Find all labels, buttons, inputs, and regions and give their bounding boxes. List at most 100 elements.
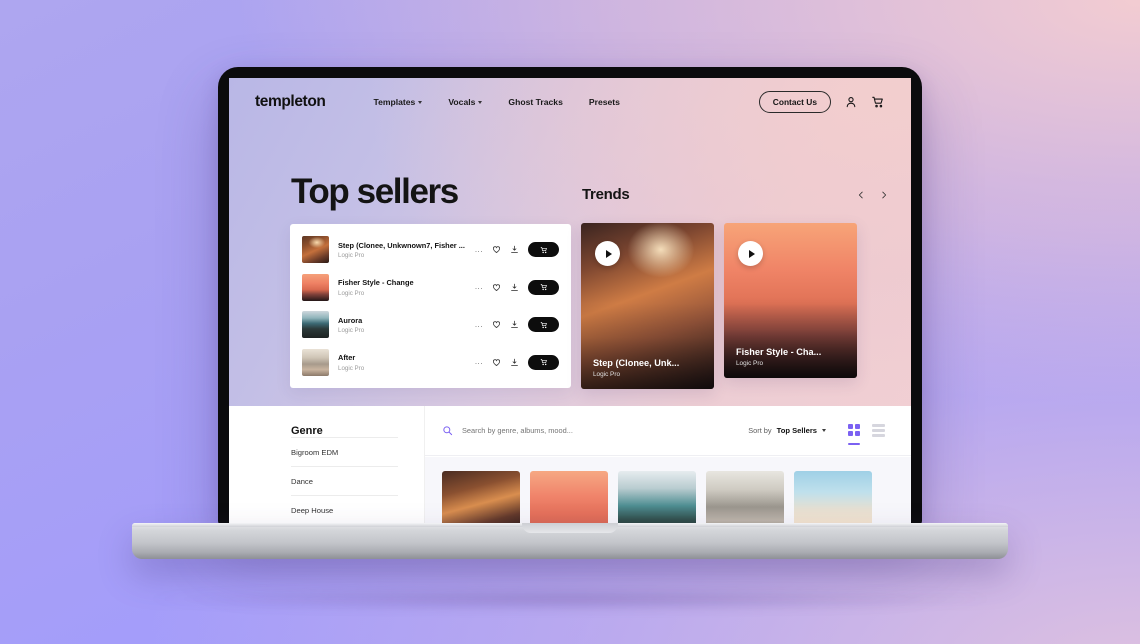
track-thumbnail	[302, 273, 329, 301]
track-row[interactable]: Fisher Style - Change Logic Pro ...	[302, 271, 559, 304]
download-icon[interactable]	[510, 320, 519, 329]
chevron-down-icon	[418, 100, 423, 104]
laptop-mockup: templeton Templates Vocals Ghost Tracks …	[132, 67, 1008, 559]
user-icon[interactable]	[844, 95, 858, 109]
track-row[interactable]: Aurora Logic Pro ...	[302, 308, 559, 341]
track-meta: Fisher Style - Change Logic Pro	[338, 278, 475, 297]
genre-heading: Genre	[291, 425, 323, 437]
track-meta: After Logic Pro	[338, 353, 475, 372]
trend-subtitle: Logic Pro	[736, 360, 763, 367]
add-to-cart-button[interactable]	[528, 317, 559, 333]
trends-heading: Trends	[582, 186, 630, 203]
results-grid	[425, 457, 911, 525]
track-actions: ...	[475, 354, 559, 370]
trend-card[interactable]: Fisher Style - Cha... Logic Pro	[724, 223, 857, 378]
nav-item-label: Presets	[588, 97, 620, 107]
track-actions: ...	[475, 279, 559, 295]
download-icon[interactable]	[510, 283, 519, 292]
list-view-icon[interactable]	[872, 424, 885, 437]
genre-item-bigroom-edm[interactable]: Bigroom EDM	[291, 437, 398, 466]
nav-item-label: Vocals	[448, 97, 476, 107]
laptop-notch	[522, 523, 618, 533]
track-subtitle: Logic Pro	[338, 252, 365, 259]
track-thumbnail	[302, 311, 329, 339]
results-area	[425, 457, 911, 525]
genre-item-dance[interactable]: Dance	[291, 466, 398, 495]
track-actions: ...	[475, 242, 559, 258]
genre-item-deep-house[interactable]: Deep House	[291, 495, 398, 524]
nav-item-label: Templates	[373, 97, 416, 107]
track-meta: Step (Clonee, Unkwnown7, Fisher ... Logi…	[338, 241, 475, 260]
play-icon[interactable]	[595, 241, 620, 266]
cart-icon[interactable]	[871, 95, 885, 109]
heart-icon[interactable]	[492, 320, 501, 329]
track-title: After	[338, 353, 356, 362]
genre-sidebar: Genre Bigroom EDM Dance Deep House	[229, 406, 424, 525]
track-row[interactable]: Step (Clonee, Unkwnown7, Fisher ... Logi…	[302, 233, 559, 266]
website-page: templeton Templates Vocals Ghost Tracks …	[229, 78, 911, 525]
navbar-actions: Contact Us	[758, 91, 885, 113]
sort-label: Sort by	[748, 426, 772, 435]
play-icon[interactable]	[738, 241, 763, 266]
result-card[interactable]	[442, 471, 520, 525]
trend-text: Fisher Style - Cha... Logic Pro	[736, 347, 847, 367]
track-subtitle: Logic Pro	[338, 327, 365, 334]
nav-item-vocals[interactable]: Vocals	[448, 97, 483, 107]
trend-title: Fisher Style - Cha...	[736, 347, 822, 357]
track-title: Fisher Style - Change	[338, 278, 414, 287]
sort-value: Top Sellers	[776, 426, 817, 435]
site-logo[interactable]: templeton	[255, 93, 326, 111]
add-to-cart-button[interactable]	[528, 242, 559, 258]
search-input[interactable]	[462, 426, 642, 435]
sort-control[interactable]: Sort by Top Sellers	[748, 426, 826, 435]
grid-view-icon[interactable]	[848, 424, 860, 446]
trend-text: Step (Clonee, Unk... Logic Pro	[593, 358, 704, 378]
nav-item-presets[interactable]: Presets	[589, 97, 620, 107]
more-icon[interactable]: ...	[475, 358, 483, 366]
chevron-left-icon[interactable]	[856, 190, 866, 200]
site-navbar: templeton Templates Vocals Ghost Tracks …	[229, 78, 911, 126]
view-toggles	[848, 424, 885, 446]
trend-card[interactable]: Step (Clonee, Unk... Logic Pro	[581, 223, 714, 389]
top-sellers-list: Step (Clonee, Unkwnown7, Fisher ... Logi…	[290, 224, 571, 388]
download-icon[interactable]	[510, 358, 519, 367]
track-thumbnail	[302, 348, 329, 376]
heart-icon[interactable]	[492, 245, 501, 254]
track-title: Aurora	[338, 315, 363, 325]
track-meta: Aurora Logic Pro	[338, 316, 475, 335]
nav-links: Templates Vocals Ghost Tracks Presets	[373, 97, 619, 107]
result-card[interactable]	[530, 471, 608, 525]
catalog-toolbar: Sort by Top Sellers	[425, 406, 911, 456]
result-card[interactable]	[618, 471, 696, 525]
contact-us-button[interactable]: Contact Us	[758, 91, 831, 113]
laptop-screen: templeton Templates Vocals Ghost Tracks …	[229, 78, 911, 525]
result-card[interactable]	[706, 471, 784, 525]
trend-title: Step (Clonee, Unk...	[593, 358, 680, 368]
page-title: Top sellers	[291, 172, 459, 211]
chevron-right-icon[interactable]	[879, 190, 889, 200]
scene: templeton Templates Vocals Ghost Tracks …	[0, 0, 1140, 644]
chevron-down-icon	[478, 100, 483, 104]
track-title: Step (Clonee, Unkwnown7, Fisher ...	[338, 240, 465, 250]
track-subtitle: Logic Pro	[338, 289, 365, 297]
result-card[interactable]	[794, 471, 872, 525]
add-to-cart-button[interactable]	[528, 354, 559, 370]
heart-icon[interactable]	[492, 283, 501, 292]
chevron-down-icon	[822, 429, 826, 432]
more-icon[interactable]: ...	[475, 245, 483, 254]
add-to-cart-button[interactable]	[528, 279, 559, 295]
laptop-base	[132, 523, 1008, 559]
track-row[interactable]: After Logic Pro ...	[302, 346, 559, 379]
more-icon[interactable]: ...	[475, 283, 483, 291]
hero-section: templeton Templates Vocals Ghost Tracks …	[229, 78, 911, 406]
nav-item-templates[interactable]: Templates	[373, 97, 423, 107]
heart-icon[interactable]	[492, 358, 501, 367]
active-view-indicator	[848, 443, 860, 446]
search-icon	[442, 425, 453, 436]
trends-carousel-nav	[856, 190, 889, 200]
more-icon[interactable]: ...	[475, 320, 483, 329]
nav-item-ghost-tracks[interactable]: Ghost Tracks	[508, 97, 562, 107]
track-thumbnail	[302, 236, 329, 264]
download-icon[interactable]	[510, 245, 519, 254]
nav-item-label: Ghost Tracks	[508, 97, 563, 107]
